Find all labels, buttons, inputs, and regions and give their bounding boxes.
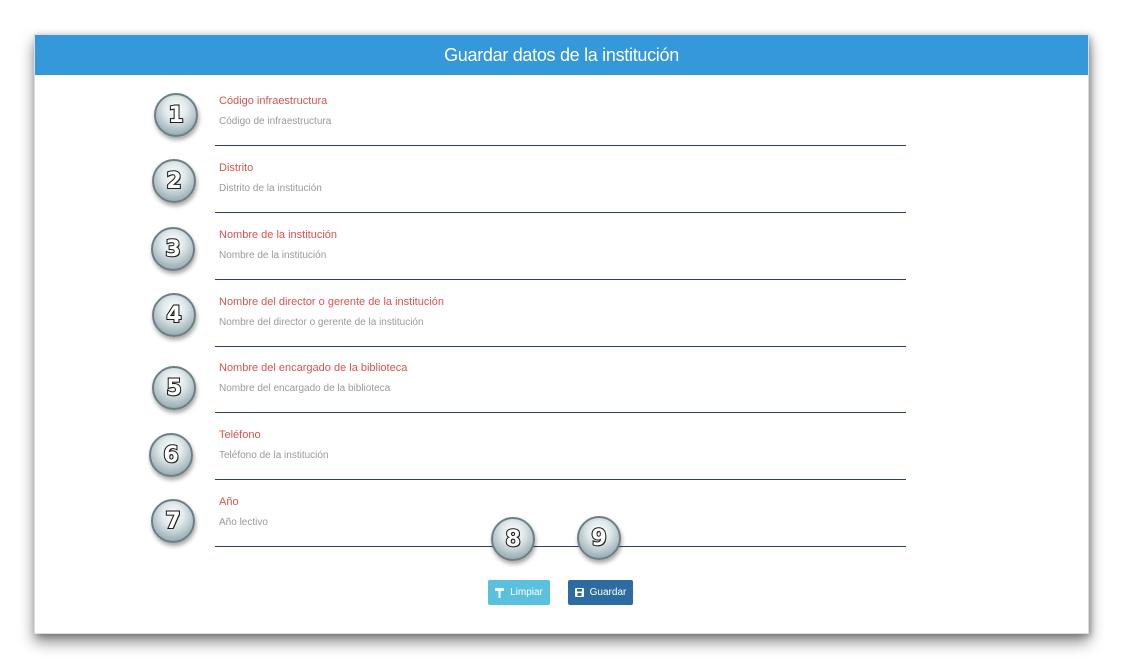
callout-number: 1	[167, 102, 184, 129]
field-distrito: Distrito	[215, 162, 906, 213]
floppy-disk-icon	[574, 588, 584, 597]
nombre-institucion-input[interactable]	[215, 243, 906, 267]
field-telefono: Teléfono	[215, 429, 906, 480]
anio-input[interactable]	[215, 510, 906, 534]
field-label: Código infraestructura	[219, 95, 328, 107]
nombre-director-input[interactable]	[215, 310, 906, 334]
limpiar-label: Limpiar	[510, 587, 543, 598]
callout-badge-5: 5	[152, 366, 196, 410]
callout-badge-6: 6	[149, 433, 193, 477]
institution-form-panel: Guardar datos de la institución Código i…	[34, 34, 1089, 634]
callout-number: 5	[165, 375, 182, 402]
field-nombre-institucion: Nombre de la institución	[215, 229, 906, 280]
field-nombre-director: Nombre del director o gerente de la inst…	[215, 296, 906, 347]
panel-title: Guardar datos de la institución	[35, 35, 1088, 75]
telefono-input[interactable]	[215, 443, 906, 467]
field-label: Nombre del director o gerente de la inst…	[219, 296, 445, 308]
callout-number: 2	[165, 168, 182, 195]
paint-roller-icon	[495, 587, 505, 598]
callout-badge-4: 4	[152, 293, 196, 337]
callout-badge-1: 1	[154, 93, 198, 137]
callout-badge-9: 9	[577, 516, 621, 560]
guardar-label: Guardar	[589, 587, 627, 598]
encargado-biblioteca-input[interactable]	[215, 376, 906, 400]
codigo-infraestructura-input[interactable]	[215, 109, 906, 133]
field-anio: Año	[215, 496, 906, 547]
field-label: Año	[219, 496, 239, 508]
field-label: Teléfono	[219, 429, 261, 441]
limpiar-button[interactable]: Limpiar	[488, 580, 550, 605]
callout-number: 3	[164, 236, 181, 263]
field-label: Nombre de la institución	[219, 229, 338, 241]
callout-badge-7: 7	[151, 499, 195, 543]
callout-badge-2: 2	[152, 159, 196, 203]
callout-badge-8: 8	[491, 517, 535, 561]
guardar-button[interactable]: Guardar	[568, 580, 633, 605]
field-encargado-biblioteca: Nombre del encargado de la biblioteca	[215, 362, 906, 413]
field-codigo-infraestructura: Código infraestructura	[215, 95, 906, 146]
callout-number: 4	[165, 302, 182, 329]
callout-number: 7	[164, 508, 181, 535]
field-label: Distrito	[219, 162, 254, 174]
callout-number: 8	[504, 526, 521, 553]
distrito-input[interactable]	[215, 176, 906, 200]
field-label: Nombre del encargado de la biblioteca	[219, 362, 408, 374]
callout-number: 6	[162, 442, 179, 469]
callout-number: 9	[590, 525, 607, 552]
callout-badge-3: 3	[151, 227, 195, 271]
